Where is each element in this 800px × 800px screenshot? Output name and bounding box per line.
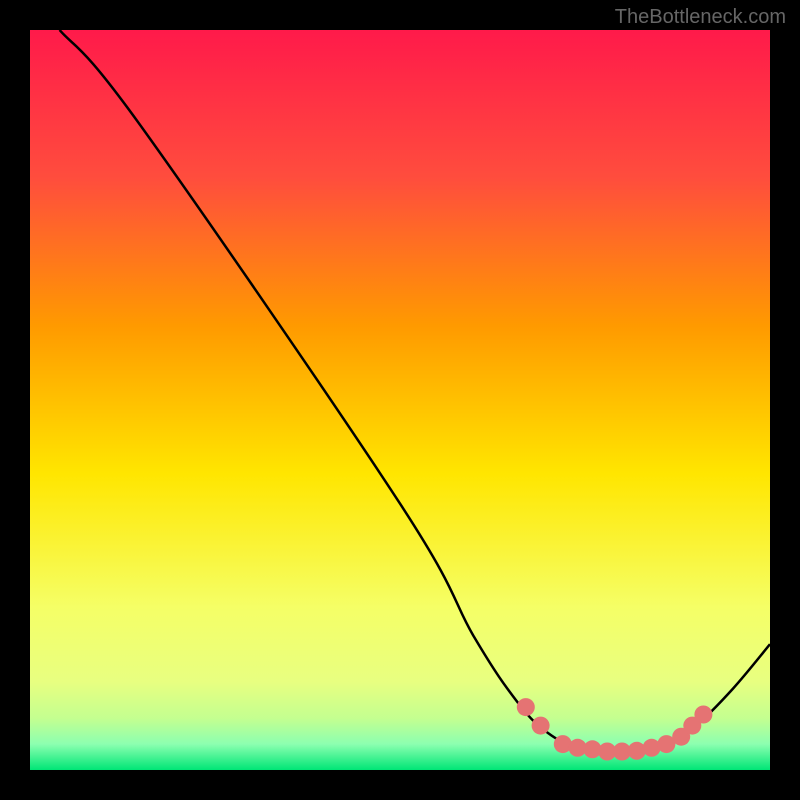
plot-area	[30, 30, 770, 770]
data-marker	[694, 706, 712, 724]
gradient-background	[30, 30, 770, 770]
chart-container: TheBottleneck.com	[0, 0, 800, 800]
data-marker	[628, 742, 646, 760]
watermark-text: TheBottleneck.com	[615, 6, 786, 29]
chart-svg	[30, 30, 770, 770]
data-marker	[517, 698, 535, 716]
data-marker	[532, 717, 550, 735]
